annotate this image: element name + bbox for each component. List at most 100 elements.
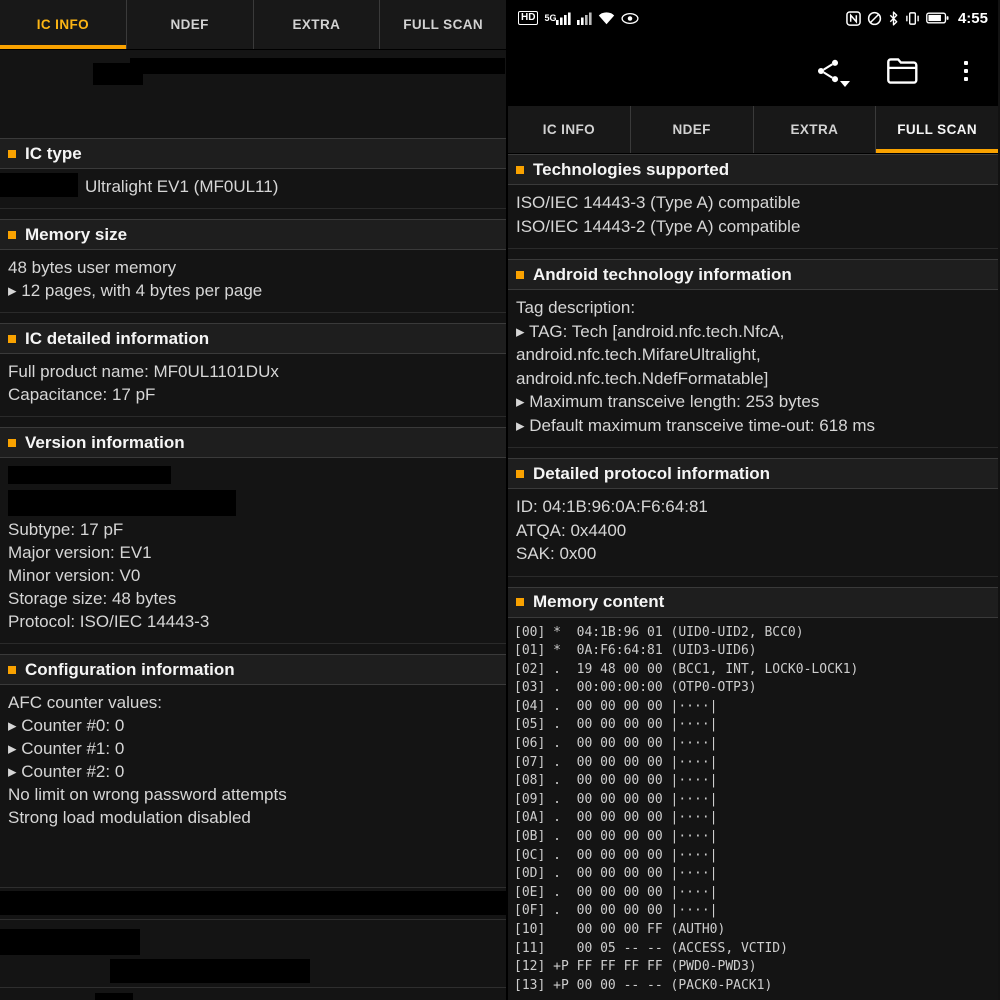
info-line: ISO/IEC 14443-3 (Type A) compatible (516, 193, 801, 212)
section-header: IC detailed information (0, 323, 506, 354)
redacted-header-area (0, 50, 506, 138)
atqa-value: ATQA: 0x4400 (516, 520, 627, 540)
section-technologies: Technologies supported ISO/IEC 14443-3 (… (508, 154, 998, 249)
redaction (130, 58, 505, 74)
memory-line: [08] . 00 00 00 00 |····| (514, 773, 718, 789)
nfc-icon (846, 10, 861, 26)
info-line: Full product name: MF0UL1101DUx (8, 362, 279, 381)
section-title: Configuration information (25, 659, 235, 679)
section-title: Version information (25, 432, 185, 452)
section-header: Version information (0, 427, 506, 458)
section-header: IC type (0, 138, 506, 169)
section-body: ISO/IEC 14443-3 (Type A) compatible ISO/… (508, 185, 998, 249)
vibrate-icon (905, 11, 920, 26)
info-line: Protocol: ISO/IEC 14443-3 (8, 612, 210, 631)
info-line: ▸ Maximum transceive length: 253 bytes (516, 392, 820, 411)
section-configuration: Configuration information AFC counter va… (0, 654, 506, 839)
status-right-icons: 4:55 (846, 10, 988, 27)
eye-protection-icon (621, 12, 640, 25)
overflow-dot-icon (964, 77, 968, 81)
divider (0, 919, 506, 920)
section-bullet-icon (516, 469, 524, 478)
bluetooth-icon (888, 10, 899, 26)
redaction (95, 993, 133, 1000)
memory-line: [0B] . 00 00 00 00 |····| (514, 829, 718, 845)
section-memory-size: Memory size 48 bytes user memory ▸ 12 pa… (0, 219, 506, 313)
info-line: ▸ 12 pages, with 4 bytes per page (8, 281, 263, 300)
signal-strength-icon: 5G (544, 11, 572, 25)
status-bar: HD 5G 4:55 (508, 0, 998, 36)
memory-dump: [00] * 04:1B:96 01 (UID0-UID2, BCC0) [01… (508, 618, 998, 998)
overflow-menu-button[interactable] (964, 61, 968, 81)
section-bullet-icon (516, 165, 524, 174)
tab-label: EXTRA (292, 17, 341, 32)
memory-line: [0D] . 00 00 00 00 |····| (514, 866, 718, 882)
memory-line: [02] . 19 48 00 00 (BCC1, INT, LOCK0-LOC… (514, 661, 859, 677)
tab-label: IC INFO (36, 17, 90, 32)
status-left-icons: HD 5G (518, 11, 640, 25)
info-line: Storage size: 48 bytes (8, 589, 177, 608)
tag-id-value: ID: 04:1B:96:0A:F6:64:81 (516, 497, 708, 516)
info-line: Subtype: 17 pF (8, 520, 124, 539)
section-title: IC detailed information (25, 328, 210, 348)
section-title: Android technology information (533, 264, 792, 284)
section-body: Full product name: MF0UL1101DUx Capacita… (0, 354, 506, 417)
divider (0, 887, 506, 888)
tab-label: FULL SCAN (403, 17, 484, 32)
memory-line: [0C] . 00 00 00 00 |····| (514, 847, 718, 863)
tab-extra[interactable]: EXTRA (754, 106, 877, 153)
section-version-info: Version information Subtype: 17 pF Major… (0, 427, 506, 644)
section-ic-detailed: IC detailed information Full product nam… (0, 323, 506, 417)
left-tab-bar: IC INFO NDEF EXTRA FULL SCAN (0, 0, 506, 50)
section-header: Technologies supported (508, 154, 998, 185)
section-header: Configuration information (0, 654, 506, 685)
memory-line: [00] * 04:1B:96 01 (UID0-UID2, BCC0) (514, 624, 804, 640)
info-line: ▸ Counter #2: 0 (8, 762, 125, 781)
info-line: android.nfc.tech.NdefFormatable] (516, 368, 769, 388)
full-scan-panel: HD 5G 4:55 IC INFO NDEF EXTRA FULL SCAN … (508, 0, 998, 1000)
nfc-taginfo-screens: IC INFO NDEF EXTRA FULL SCAN IC type Ult… (0, 0, 1000, 1000)
section-bullet-icon (8, 334, 16, 343)
redaction (110, 959, 310, 983)
section-body: AFC counter values: ▸ Counter #0: 0 ▸ Co… (0, 685, 506, 839)
tab-ic-info[interactable]: IC INFO (508, 106, 631, 153)
redaction (0, 929, 140, 955)
memory-line: [09] . 00 00 00 00 |····| (514, 791, 718, 807)
tab-ic-info[interactable]: IC INFO (0, 0, 127, 49)
memory-line: [12] +P FF FF FF FF (PWD0-PWD3) (514, 959, 757, 975)
info-line: Major version: EV1 (8, 543, 152, 562)
ic-info-panel: IC INFO NDEF EXTRA FULL SCAN IC type Ult… (0, 0, 508, 1000)
section-title: IC type (25, 143, 82, 163)
memory-line: [0A] . 00 00 00 00 |····| (514, 810, 718, 826)
tab-label: FULL SCAN (897, 122, 978, 137)
clock: 4:55 (957, 9, 988, 27)
wifi-icon (598, 11, 615, 25)
info-line: No limit on wrong password attempts (8, 785, 287, 804)
section-header: Detailed protocol information (508, 458, 998, 489)
redaction (0, 173, 78, 197)
memory-line: [06] . 00 00 00 00 |····| (514, 736, 718, 752)
memory-line: [13] +P 00 00 -- -- (PACK0-PACK1) (514, 977, 773, 993)
tab-ndef[interactable]: NDEF (127, 0, 254, 49)
section-body: Subtype: 17 pF Major version: EV1 Minor … (0, 458, 506, 644)
tab-ndef[interactable]: NDEF (631, 106, 754, 153)
open-file-button[interactable] (886, 57, 920, 85)
share-button[interactable] (814, 57, 850, 87)
memory-line: [07] . 00 00 00 00 |····| (514, 754, 718, 770)
info-line: ▸ Counter #0: 0 (8, 716, 125, 735)
section-bullet-icon (8, 438, 16, 447)
memory-line: [0F] . 00 00 00 00 |····| (514, 903, 718, 919)
tab-label: EXTRA (790, 122, 839, 137)
tab-full-scan[interactable]: FULL SCAN (876, 106, 998, 153)
tab-full-scan[interactable]: FULL SCAN (380, 0, 506, 49)
section-header: Memory size (0, 219, 506, 250)
section-header: Memory content (508, 586, 998, 618)
section-bullet-icon (8, 665, 16, 674)
tab-label: NDEF (672, 122, 711, 137)
section-title: Memory size (25, 224, 128, 244)
battery-icon (926, 12, 949, 24)
info-line: Strong load modulation disabled (8, 808, 251, 827)
section-protocol-info: Detailed protocol information ID: 04:1B:… (508, 458, 998, 577)
share-dropdown-caret-icon (840, 81, 850, 87)
tab-extra[interactable]: EXTRA (254, 0, 381, 49)
